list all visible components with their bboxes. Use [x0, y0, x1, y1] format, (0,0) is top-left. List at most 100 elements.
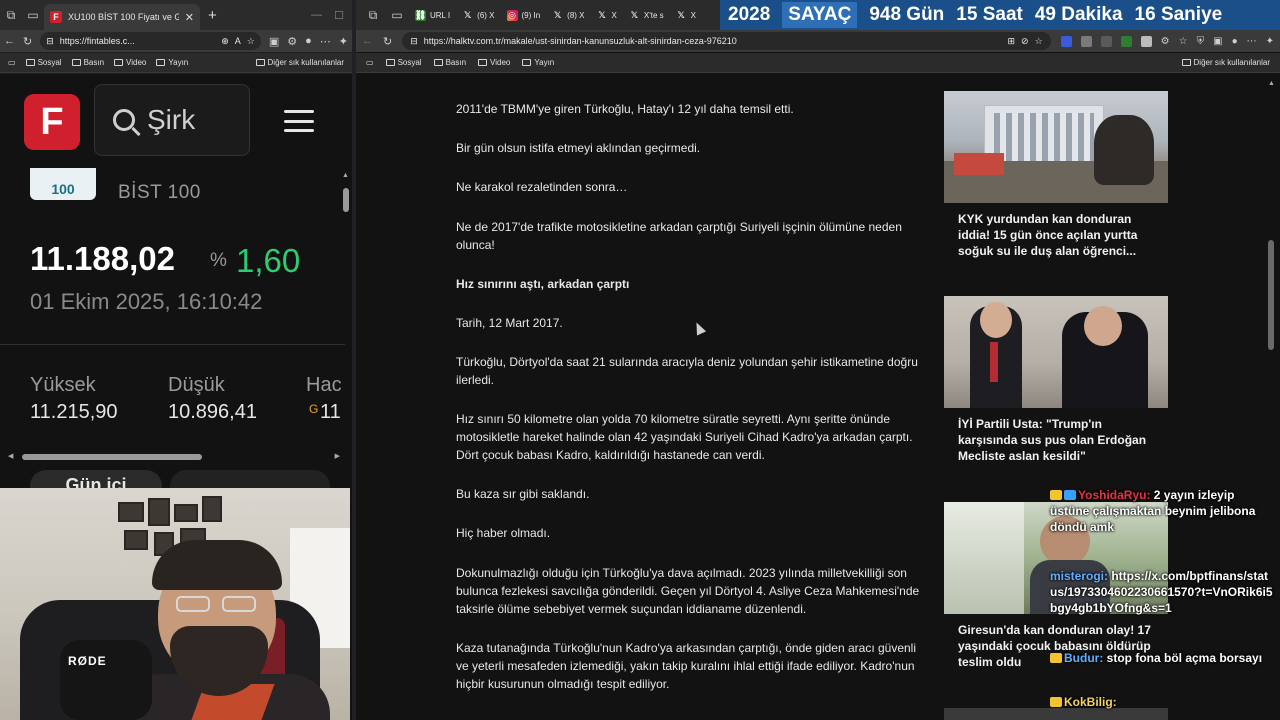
favorite-star-icon[interactable]: ☆	[247, 36, 255, 47]
folder-icon	[156, 59, 166, 66]
right-url-field[interactable]: ⊟ https://halktv.com.tr/makale/ust-sinir…	[402, 32, 1051, 50]
left-active-tab[interactable]: F XU100 BİST 100 Fiyatı ve Grafiği ✕	[44, 4, 200, 30]
article-paragraph: Kaza tutanağında Türkoğlu'nun Kadro'ya a…	[456, 641, 917, 691]
back-icon[interactable]: ←	[4, 35, 15, 47]
favorites-icon[interactable]: ☆	[1179, 36, 1188, 47]
profile-avatar[interactable]: ●	[305, 35, 312, 47]
extensions-puzzle-icon[interactable]: ⚙	[1161, 36, 1170, 47]
site-info-icon[interactable]: ⊟	[410, 36, 418, 47]
horizontal-scrollbar[interactable]: ◀ ▶	[8, 452, 340, 460]
scroll-up-icon[interactable]: ▲	[342, 172, 349, 179]
more-menu-icon[interactable]: ⋯	[1247, 36, 1257, 47]
scroll-thumb[interactable]	[343, 188, 349, 212]
tab-url[interactable]: ⛓ URL I	[410, 3, 455, 27]
copilot-icon[interactable]: ✦	[339, 35, 348, 48]
collections-icon[interactable]: ▣	[1213, 36, 1222, 47]
chat-username: Budur:	[1064, 651, 1104, 665]
reading-list-icon[interactable]: ▭	[366, 58, 374, 67]
extension-icon[interactable]	[1120, 35, 1132, 47]
article-body: 2011'de TBMM'ye giren Türkoğlu, Hatay'ı …	[456, 74, 926, 720]
zoom-icon[interactable]: ⊕	[221, 36, 229, 47]
profile-avatar[interactable]: ●	[1232, 36, 1238, 47]
chat-message: Budur: stop fona böl açma borsayı	[1050, 650, 1274, 666]
left-url-field[interactable]: ⊟ https://fintables.c... ⊕ A ☆	[40, 32, 261, 50]
reload-icon[interactable]: ↻	[383, 35, 392, 48]
browser-essentials-icon[interactable]: ⛨	[1197, 36, 1205, 47]
close-tab-icon[interactable]: ✕	[185, 11, 194, 24]
extension-icon[interactable]	[1060, 35, 1072, 47]
hamburger-menu-icon[interactable]	[284, 110, 314, 132]
tab-x-2[interactable]: 𝕏 (8) X	[547, 3, 589, 27]
bookmark-video[interactable]: Video	[478, 58, 510, 67]
x-logo-icon: 𝕏	[630, 9, 638, 20]
split-screen-icon[interactable]: ▣	[269, 35, 279, 48]
bookmark-sosyal[interactable]: Sosyal	[25, 58, 62, 67]
reload-icon[interactable]: ↻	[23, 35, 32, 48]
extension-icon[interactable]	[1100, 35, 1112, 47]
tracking-icon[interactable]: ⊘	[1021, 36, 1029, 47]
url-favicon-icon: ⛓	[414, 9, 427, 21]
bookmark-other-favorites[interactable]: Diğer sık kullanılanlar	[255, 58, 344, 67]
bookmark-basin[interactable]: Basın	[433, 58, 466, 67]
tab-x-4[interactable]: 𝕏 X'te s	[624, 3, 669, 27]
news-card[interactable]: KYK yurdundan kan donduran iddia! 15 gün…	[944, 91, 1170, 259]
extension-icon[interactable]	[1080, 35, 1092, 47]
fintables-logo[interactable]: F	[24, 94, 80, 150]
minimize-icon[interactable]: —	[311, 9, 322, 22]
extension-icon[interactable]	[1140, 35, 1152, 47]
search-icon	[113, 109, 135, 131]
divider	[0, 344, 345, 345]
bookmark-video[interactable]: Video	[114, 58, 146, 67]
tab-x-5[interactable]: 𝕏X	[671, 3, 701, 27]
news-title[interactable]: İYİ Partili Usta: "Trump'ın karşısında s…	[944, 408, 1170, 464]
left-tab-title: XU100 BİST 100 Fiyatı ve Grafiği	[68, 12, 179, 22]
folder-icon	[255, 59, 265, 66]
news-card[interactable]: İYİ Partili Usta: "Trump'ın karşısında s…	[944, 296, 1170, 464]
left-bookmarks-bar: ▭ Sosyal Basın Video Yayın Diğer sık kul…	[0, 53, 352, 73]
back-icon[interactable]: ←	[362, 35, 373, 47]
h-scroll-thumb[interactable]	[22, 454, 202, 460]
news-thumbnail-parliament[interactable]	[944, 296, 1168, 408]
bookmark-yayin[interactable]: Yayın	[522, 58, 554, 67]
tab-instagram[interactable]: ◎ (9) In	[502, 3, 546, 27]
scroll-up-icon[interactable]: ▲	[1268, 80, 1275, 87]
tab-actions-icon[interactable]: ▭	[22, 4, 44, 26]
fintables-favicon-icon: F	[50, 11, 62, 23]
news-title[interactable]: KYK yurdundan kan donduran iddia! 15 gün…	[944, 203, 1170, 259]
reading-list-icon[interactable]: ▭	[8, 58, 16, 67]
volume-currency-mark: G	[309, 402, 319, 416]
app-available-icon[interactable]: ⊞	[1008, 36, 1016, 47]
news-thumbnail-building[interactable]	[944, 91, 1168, 203]
tab-actions-icon[interactable]: ▭	[386, 4, 408, 26]
scroll-left-icon[interactable]: ◀	[8, 452, 13, 460]
site-info-icon[interactable]: ⊟	[46, 36, 54, 47]
bookmark-sosyal[interactable]: Sosyal	[385, 58, 422, 67]
article-paragraph: 2011'de TBMM'ye giren Türkoğlu, Hatay'ı …	[456, 102, 794, 116]
article-paragraph: Bu kaza sır gibi saklandı.	[456, 487, 590, 501]
copilot-icon[interactable]: ✦	[1266, 36, 1274, 47]
tab-x-1[interactable]: 𝕏 (6) X	[457, 3, 499, 27]
search-placeholder: Şirk	[147, 104, 196, 135]
maximize-icon[interactable]: ☐	[334, 9, 344, 22]
scroll-thumb[interactable]	[1268, 240, 1274, 350]
folder-icon	[114, 59, 124, 66]
extensions-icon[interactable]: ⚙	[287, 35, 297, 48]
more-menu-icon[interactable]: ⋯	[320, 35, 331, 48]
favorite-star-icon[interactable]: ☆	[1035, 36, 1043, 47]
scroll-right-icon[interactable]: ▶	[335, 452, 340, 460]
read-aloud-icon[interactable]: A	[235, 36, 241, 46]
workspaces-icon[interactable]: ⧉	[0, 4, 22, 26]
new-tab-icon[interactable]: +	[208, 7, 217, 24]
workspaces-icon[interactable]: ⧉	[362, 4, 384, 26]
diamond-badge-icon	[1064, 490, 1076, 500]
bookmark-yayin[interactable]: Yayın	[156, 58, 188, 67]
extensions-toolbar: ⚙ ☆ ⛨ ▣ ● ⋯ ✦	[1060, 35, 1274, 47]
bookmark-basin[interactable]: Basın	[71, 58, 104, 67]
vertical-scrollbar[interactable]: ▲	[342, 172, 349, 452]
bookmark-other-favorites[interactable]: Diğer sık kullanılanlar	[1181, 58, 1270, 67]
badge-icon	[1050, 697, 1062, 707]
stock-search-box[interactable]: Şirk	[94, 84, 250, 156]
stat-volume-label: Hac	[306, 374, 342, 396]
stat-low-label: Düşük	[168, 374, 225, 396]
tab-x-3[interactable]: 𝕏X	[592, 3, 622, 27]
